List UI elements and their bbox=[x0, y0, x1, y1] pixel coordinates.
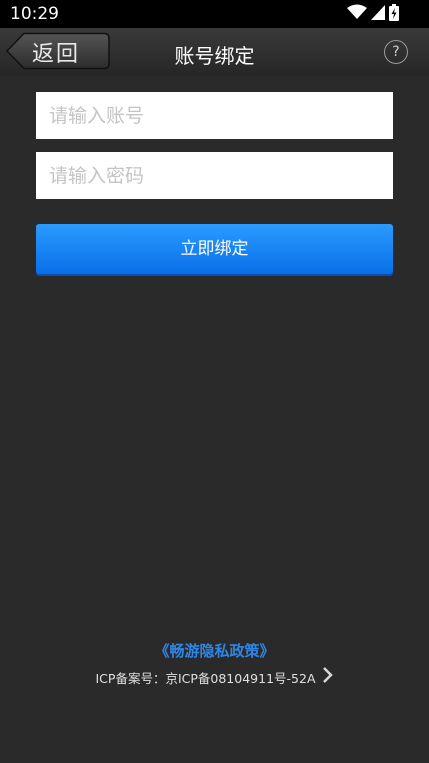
icp-number: ICP备案号：京ICP备08104911号-52A bbox=[95, 670, 316, 686]
bind-now-button[interactable]: 立即绑定 bbox=[36, 224, 393, 274]
icp-row[interactable]: ICP备案号：京ICP备08104911号-52A bbox=[0, 666, 429, 688]
account-input[interactable] bbox=[36, 92, 393, 139]
status-time: 10:29 bbox=[10, 4, 59, 24]
title-bar: 返回 账号绑定 ? bbox=[0, 28, 429, 76]
battery-icon bbox=[389, 3, 399, 25]
wifi-icon bbox=[347, 4, 367, 24]
help-button[interactable]: ? bbox=[384, 40, 408, 64]
status-icons bbox=[347, 3, 399, 25]
signal-icon bbox=[371, 4, 385, 24]
privacy-policy-link[interactable]: 《畅游隐私政策》 bbox=[0, 640, 429, 661]
account-bind-screen: 10:29 返回 账号绑定 ? 请输入账号 立即绑定 《畅游隐私政策》 ICP备… bbox=[0, 0, 429, 763]
status-bar: 10:29 bbox=[0, 0, 429, 28]
chevron-right-icon bbox=[322, 666, 334, 688]
password-input[interactable] bbox=[36, 152, 393, 199]
page-title: 账号绑定 bbox=[174, 44, 255, 68]
